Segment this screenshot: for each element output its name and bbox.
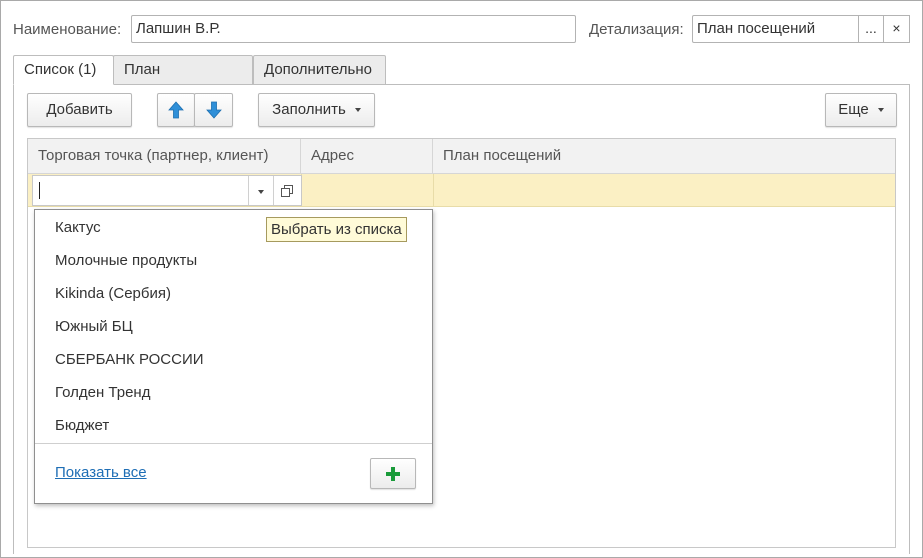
arrow-down-icon <box>205 101 222 119</box>
open-form-button[interactable] <box>274 176 301 205</box>
detail-input[interactable]: План посещений <box>692 15 860 43</box>
tab-visit-plan[interactable]: План посещений <box>113 55 253 106</box>
detail-label: Детализация: <box>589 21 684 38</box>
dropdown-separator <box>35 443 432 444</box>
name-label: Наименование: <box>13 21 122 38</box>
name-input[interactable]: Лапшин В.Р. <box>131 15 576 43</box>
list-item[interactable]: СБЕРБАНК РОССИИ <box>35 343 432 376</box>
outlet-dropdown-button[interactable] <box>249 176 273 205</box>
list-item[interactable]: Молочные продукты <box>35 244 432 277</box>
column-header-address[interactable]: Адрес <box>301 139 433 174</box>
tab-additional[interactable]: Дополнительно <box>253 55 386 85</box>
tab-list[interactable]: Список (1) <box>13 55 114 85</box>
arrow-up-icon <box>168 101 184 119</box>
list-item[interactable]: Бюджет <box>35 409 432 442</box>
tooltip: Выбрать из списка <box>266 217 407 242</box>
column-header-outlet[interactable]: Торговая точка (партнер, клиент) <box>28 139 301 174</box>
fill-button-label: Заполнить <box>272 101 346 118</box>
detail-clear-button[interactable]: × <box>883 15 910 43</box>
detail-select-button[interactable]: ... <box>858 15 884 43</box>
chevron-down-icon <box>877 108 884 113</box>
show-all-link[interactable]: Показать все <box>55 464 147 481</box>
text-cursor <box>39 182 40 199</box>
form-window: Наименование: Лапшин В.Р. Детализация: П… <box>0 0 923 558</box>
more-button[interactable]: Еще <box>825 93 897 127</box>
move-down-button[interactable] <box>194 93 233 127</box>
more-button-label: Еще <box>838 101 869 118</box>
list-item[interactable]: Голден Тренд <box>35 376 432 409</box>
open-form-icon <box>281 185 293 197</box>
column-header-visit-plan[interactable]: План посещений <box>433 139 895 174</box>
column-divider <box>433 174 434 207</box>
outlet-cell-editor[interactable] <box>32 175 302 206</box>
list-item[interactable]: Южный БЦ <box>35 310 432 343</box>
plus-icon <box>386 467 400 481</box>
create-new-button[interactable] <box>370 458 416 489</box>
list-item[interactable]: Kikinda (Сербия) <box>35 277 432 310</box>
outlet-dropdown-list: Кактус Молочные продукты Kikinda (Сербия… <box>34 209 433 504</box>
add-button[interactable]: Добавить <box>27 93 132 127</box>
move-up-button[interactable] <box>157 93 195 127</box>
chevron-down-icon <box>354 108 361 113</box>
chevron-down-icon <box>258 189 264 194</box>
fill-button[interactable]: Заполнить <box>258 93 375 127</box>
table-header: Торговая точка (партнер, клиент) Адрес П… <box>28 139 895 174</box>
